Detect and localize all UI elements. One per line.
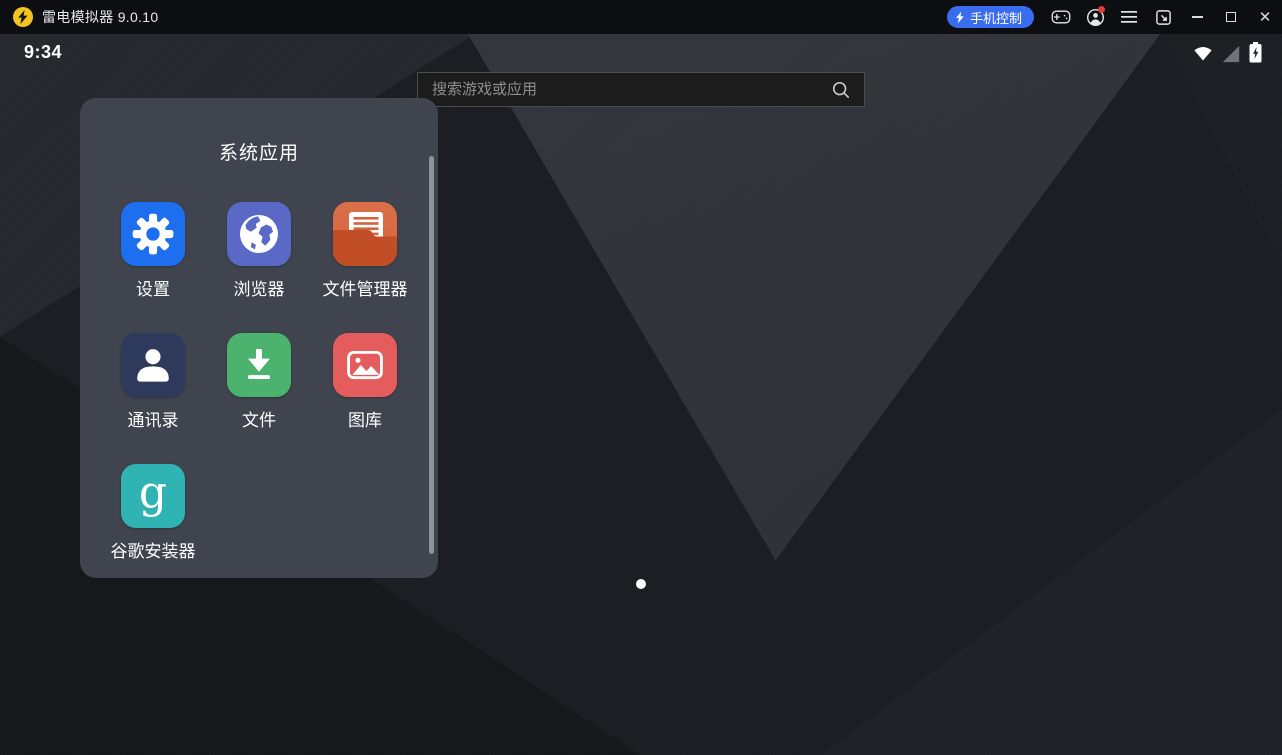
search-button[interactable] (831, 80, 864, 100)
app-label: 浏览器 (234, 275, 285, 300)
support-button[interactable] (1078, 0, 1112, 34)
contacts-icon (121, 333, 185, 397)
folder-title: 系统应用 (80, 98, 438, 165)
maximize-icon (1226, 12, 1236, 22)
app-item-contacts[interactable]: 通讯录 (100, 333, 206, 431)
window-title: 雷电模拟器 9.0.10 (42, 7, 158, 27)
file-manager-icon (333, 202, 397, 266)
serif-g-glyph: g (139, 471, 167, 515)
menu-button[interactable] (1112, 0, 1146, 34)
close-icon: ✕ (1259, 10, 1272, 25)
battery-charging-icon (1249, 42, 1262, 63)
app-item-gallery[interactable]: 图库 (312, 333, 418, 431)
app-label: 文件管理器 (323, 275, 408, 300)
minimize-button[interactable] (1180, 0, 1214, 34)
android-screen: 9:34 系统应用 (0, 34, 1282, 755)
app-item-files[interactable]: 文件 (206, 333, 312, 431)
status-icons (1193, 42, 1262, 63)
phone-control-button[interactable]: 手机控制 (947, 6, 1034, 28)
cellular-signal-icon (1221, 45, 1241, 63)
app-label: 设置 (136, 275, 170, 300)
close-button[interactable]: ✕ (1248, 0, 1282, 34)
resize-button[interactable] (1146, 0, 1180, 34)
app-label: 通讯录 (128, 406, 179, 431)
browser-icon (227, 202, 291, 266)
gamepad-button[interactable] (1044, 0, 1078, 34)
search-bar (417, 72, 865, 107)
wifi-icon (1193, 45, 1213, 63)
phone-control-label: 手机控制 (970, 8, 1022, 27)
titlebar: 雷电模拟器 9.0.10 手机控制 (0, 0, 1282, 34)
app-item-file-manager[interactable]: 文件管理器 (312, 202, 418, 300)
lightning-icon (955, 11, 965, 24)
app-item-browser[interactable]: 浏览器 (206, 202, 312, 300)
ldplayer-logo-icon (13, 7, 33, 27)
titlebar-controls: 手机控制 (947, 0, 1282, 34)
google-installer-icon: g (121, 464, 185, 528)
apps-grid: 设置 浏览器 文件管理器 通讯录 文件 图库 g 谷歌安装器 (100, 202, 418, 562)
emulator-window: 雷电模拟器 9.0.10 手机控制 (0, 0, 1282, 755)
resize-icon (1155, 9, 1172, 26)
app-item-google-installer[interactable]: g 谷歌安装器 (100, 464, 206, 562)
folder-scrollbar[interactable] (429, 156, 434, 554)
search-input[interactable] (418, 81, 831, 98)
app-label: 谷歌安装器 (111, 537, 196, 562)
system-apps-folder: 系统应用 设置 浏览器 (80, 98, 438, 578)
app-label: 图库 (348, 406, 382, 431)
app-item-settings[interactable]: 设置 (100, 202, 206, 300)
status-clock: 9:34 (24, 42, 62, 63)
page-indicator-dot (636, 579, 646, 589)
app-label: 文件 (242, 406, 276, 431)
minimize-icon (1192, 16, 1203, 18)
gallery-icon (333, 333, 397, 397)
search-icon (831, 80, 851, 100)
maximize-button[interactable] (1214, 0, 1248, 34)
settings-icon (121, 202, 185, 266)
titlebar-left: 雷电模拟器 9.0.10 (0, 7, 947, 27)
files-icon (227, 333, 291, 397)
gamepad-icon (1051, 9, 1071, 25)
notification-dot (1098, 6, 1105, 13)
hamburger-menu-icon (1121, 11, 1137, 23)
